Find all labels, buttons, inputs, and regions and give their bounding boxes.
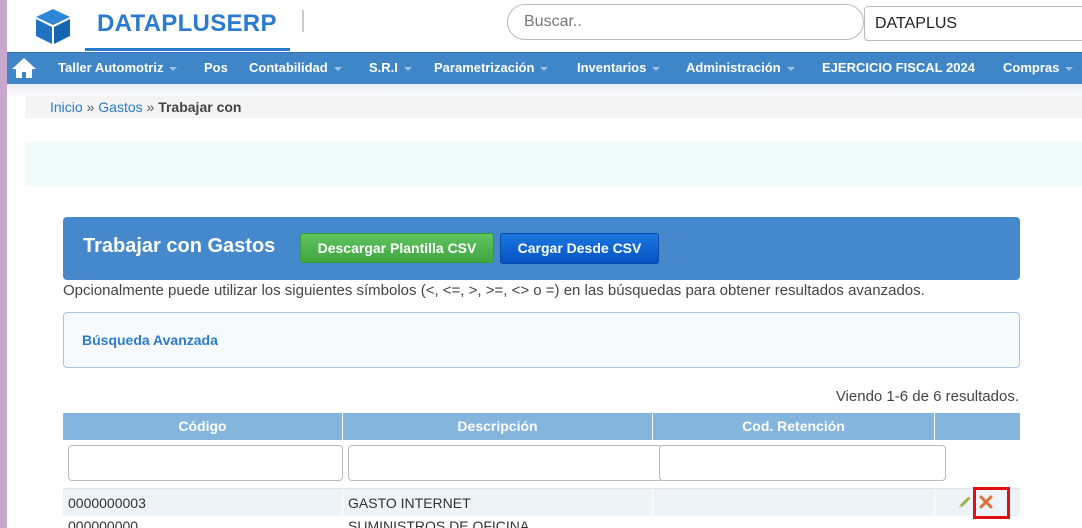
column-header-actions xyxy=(935,413,1020,440)
company-selector[interactable]: DATAPLUS xyxy=(864,6,1082,41)
header-separator xyxy=(302,10,304,32)
nav-item-parametrizacion[interactable]: Parametrización xyxy=(434,60,549,75)
table-row[interactable]: 000000000 SUMINISTROS DE OFICINA xyxy=(63,516,1020,528)
results-summary: Viendo 1-6 de 6 resultados. xyxy=(835,388,1019,405)
column-header-cod-retencion[interactable]: Cod. Retención xyxy=(653,413,935,440)
search-hint-text: Opcionalmente puede utilizar los siguien… xyxy=(63,282,925,299)
pencil-icon[interactable] xyxy=(956,495,972,511)
chevron-down-icon xyxy=(1065,66,1074,71)
gastos-table: Código Descripción Cod. Retención 000000… xyxy=(63,413,1020,528)
table-header: Código Descripción Cod. Retención xyxy=(63,413,1020,440)
left-edge-strip xyxy=(0,0,7,528)
search-input[interactable] xyxy=(507,4,864,40)
cell-descripcion: SUMINISTROS DE OFICINA xyxy=(348,518,530,528)
breadcrumb-current: Trabajar con xyxy=(158,99,242,115)
nav-item-pos[interactable]: Pos xyxy=(204,60,228,75)
cube-logo-icon[interactable] xyxy=(33,6,73,46)
breadcrumb: Inicio » Gastos » Trabajar con xyxy=(25,96,1082,118)
title-panel: Trabajar con Gastos Descargar Plantilla … xyxy=(63,217,1020,280)
info-band xyxy=(25,142,1082,186)
nav-item-contabilidad[interactable]: Contabilidad xyxy=(249,60,342,75)
column-header-descripcion[interactable]: Descripción xyxy=(343,413,653,440)
nav-item-ejercicio-fiscal[interactable]: EJERCICIO FISCAL 2024 xyxy=(822,60,975,75)
filter-cod-retencion-input[interactable] xyxy=(659,445,946,481)
download-template-csv-button[interactable]: Descargar Plantilla CSV xyxy=(300,233,494,263)
nav-item-administracion[interactable]: Administración xyxy=(686,60,795,75)
brand-underline xyxy=(85,48,290,51)
cell-descripcion: GASTO INTERNET xyxy=(343,489,653,517)
filter-descripcion-input[interactable] xyxy=(348,445,663,481)
cell-codigo: 0000000003 xyxy=(63,489,343,517)
chevron-down-icon xyxy=(540,66,549,71)
cell-codigo: 000000000 xyxy=(68,518,139,528)
column-header-codigo[interactable]: Código xyxy=(63,413,343,440)
breadcrumb-separator: » xyxy=(146,99,155,115)
table-row[interactable]: 0000000003 GASTO INTERNET xyxy=(63,488,1020,517)
filter-codigo-input[interactable] xyxy=(68,445,343,481)
nav-item-inventarios[interactable]: Inventarios xyxy=(577,60,661,75)
nav-item-sri[interactable]: S.R.I xyxy=(369,60,412,75)
filter-row xyxy=(63,440,1020,488)
advanced-search-link[interactable]: Búsqueda Avanzada xyxy=(82,332,218,348)
chevron-down-icon xyxy=(786,66,795,71)
breadcrumb-separator: » xyxy=(86,99,95,115)
upload-csv-button[interactable]: Cargar Desde CSV xyxy=(500,233,659,264)
home-icon[interactable] xyxy=(11,56,37,80)
advanced-search-panel: Búsqueda Avanzada xyxy=(63,312,1020,368)
chevron-down-icon xyxy=(652,66,661,71)
chevron-down-icon xyxy=(403,66,412,71)
breadcrumb-home-link[interactable]: Inicio xyxy=(50,99,83,115)
nav-item-taller-automotriz[interactable]: Taller Automotriz xyxy=(58,60,178,75)
main-navbar: Taller Automotriz Pos Contabilidad S.R.I… xyxy=(7,52,1082,84)
delete-highlight-box xyxy=(973,487,1010,519)
nav-item-compras[interactable]: Compras xyxy=(1003,60,1074,75)
chevron-down-icon xyxy=(169,66,178,71)
page-title: Trabajar con Gastos xyxy=(83,235,276,257)
cell-cod-retencion xyxy=(653,489,935,517)
nav-shadow xyxy=(7,84,1082,96)
brand-name[interactable]: DATAPLUSERP xyxy=(97,10,277,38)
breadcrumb-gastos-link[interactable]: Gastos xyxy=(98,99,142,115)
chevron-down-icon xyxy=(333,66,342,71)
